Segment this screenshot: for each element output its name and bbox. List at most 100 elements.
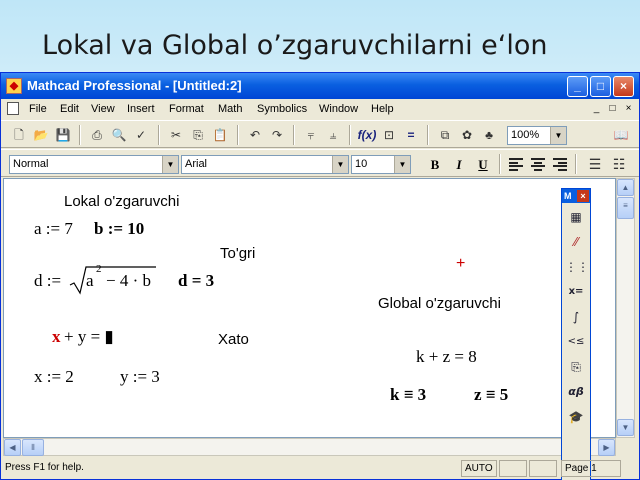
align-across-icon[interactable]: ⫧ [301, 125, 321, 145]
minimize-button[interactable]: _ [567, 76, 588, 97]
doc-minimize-button[interactable]: _ [589, 102, 604, 116]
mathsoft-icon[interactable]: ♣ [479, 125, 499, 145]
underline-button[interactable]: U [473, 155, 493, 174]
status-pane-empty-2 [529, 460, 557, 477]
redo-icon[interactable]: ↷ [267, 125, 287, 145]
zoom-select[interactable]: 100% ▼ [507, 126, 567, 145]
palette-close-button[interactable]: × [577, 190, 589, 202]
undo-icon[interactable]: ↶ [245, 125, 265, 145]
font-select[interactable]: Arial ▼ [181, 155, 349, 174]
chevron-down-icon[interactable]: ▼ [162, 156, 178, 173]
lokal-heading[interactable]: Lokal o'zgaruvchi [64, 193, 179, 210]
italic-button[interactable]: I [449, 155, 469, 174]
title-bar[interactable]: ◆ Mathcad Professional - [Untitled:2] _ … [1, 73, 639, 99]
doc-close-button[interactable]: × [621, 102, 636, 116]
resource-center-icon[interactable]: ✿ [457, 125, 477, 145]
bullets-icon[interactable]: ☰ [585, 154, 605, 174]
status-page: Page 1 [561, 460, 621, 477]
cut-icon[interactable]: ✂ [166, 125, 186, 145]
align-left-icon[interactable] [509, 158, 523, 171]
error-x-variable[interactable]: x [52, 327, 61, 347]
chevron-down-icon[interactable]: ▼ [550, 127, 566, 144]
scroll-left-icon[interactable]: ◀ [4, 439, 21, 456]
spell-check-icon[interactable]: ✓ [131, 125, 151, 145]
open-icon[interactable]: 📂 [31, 125, 51, 145]
chevron-down-icon[interactable]: ▼ [394, 156, 410, 173]
z-global-definition[interactable]: z ≡ 5 [474, 385, 508, 405]
print-icon[interactable]: ⎙ [87, 125, 107, 145]
numbering-icon[interactable]: ☷ [609, 154, 629, 174]
menu-window[interactable]: Window [319, 103, 358, 115]
window-title: Mathcad Professional - [Untitled:2] [27, 78, 242, 93]
scroll-thumb[interactable]: ≡ [617, 197, 634, 219]
d-radicand-rest: − 4 · b [106, 271, 151, 290]
mathcad-app-icon: ◆ [6, 78, 22, 94]
y-definition[interactable]: y := 3 [120, 367, 160, 387]
align-down-icon[interactable]: ⫨ [323, 125, 343, 145]
b-definition[interactable]: b := 10 [94, 219, 144, 239]
crosshair-cursor-icon: + [456, 255, 466, 272]
boolean-icon[interactable]: <≤ [565, 331, 587, 353]
vertical-scrollbar[interactable]: ▲ ≡ ▼ [616, 178, 635, 438]
copy-icon[interactable]: ⎘ [188, 125, 208, 145]
scroll-down-icon[interactable]: ▼ [617, 419, 634, 436]
programming-icon[interactable]: ⎘ [565, 356, 587, 378]
hscroll-thumb[interactable]: ⦀ [22, 439, 44, 456]
insert-unit-icon[interactable]: ⊡ [379, 125, 399, 145]
calculus-icon[interactable]: ∫ [565, 306, 587, 328]
zoom-value: 100% [511, 129, 540, 141]
print-preview-icon[interactable]: 🔍 [109, 125, 129, 145]
doc-restore-button[interactable]: □ [605, 102, 620, 116]
align-right-icon[interactable] [553, 158, 567, 171]
palette-title: M [564, 191, 572, 201]
scroll-right-icon[interactable]: ▶ [598, 439, 615, 456]
calculator-icon[interactable]: ▦ [565, 206, 587, 228]
math-palette[interactable]: M × ▦ ⁄⁄ ⋮⋮ x= ∫ <≤ ⎘ αβ 🎓 [561, 188, 591, 480]
calculate-icon[interactable]: = [401, 125, 421, 145]
symbolic-icon[interactable]: 🎓 [565, 406, 587, 428]
insert-component-icon[interactable]: ⧉ [435, 125, 455, 145]
togri-label[interactable]: To'gri [220, 245, 255, 262]
align-center-icon[interactable] [531, 158, 545, 171]
worksheet[interactable]: Lokal o'zgaruvchi a := 7 b := 10 To'gri … [3, 178, 616, 438]
bold-button[interactable]: B [425, 155, 445, 174]
palette-title-bar[interactable]: M × [562, 189, 590, 203]
status-pane-empty-1 [499, 460, 527, 477]
menu-symbolics[interactable]: Symbolics [257, 103, 307, 115]
menu-format[interactable]: Format [169, 103, 204, 115]
xato-label[interactable]: Xato [218, 331, 249, 348]
x-definition[interactable]: x := 2 [34, 367, 74, 387]
paste-icon[interactable]: 📋 [210, 125, 230, 145]
menu-file[interactable]: File [29, 103, 47, 115]
style-select[interactable]: Normal ▼ [9, 155, 179, 174]
graph-icon[interactable]: ⁄⁄ [565, 231, 587, 253]
close-button[interactable]: × [613, 76, 634, 97]
error-expression[interactable]: + y = ▮ [64, 327, 114, 347]
insert-function-icon[interactable]: f(x) [357, 125, 377, 145]
matrix-icon[interactable]: ⋮⋮ [565, 256, 589, 278]
horizontal-scrollbar[interactable]: ◀ ⦀ ▶ [3, 438, 616, 456]
document-icon[interactable] [7, 102, 19, 115]
help-book-icon[interactable]: 📖 [611, 125, 631, 145]
scroll-up-icon[interactable]: ▲ [617, 179, 634, 196]
menu-insert[interactable]: Insert [127, 103, 155, 115]
chevron-down-icon[interactable]: ▼ [332, 156, 348, 173]
evaluation-icon[interactable]: x= [565, 281, 587, 303]
new-icon[interactable]: 🗋 [9, 125, 29, 145]
menu-bar: File Edit View Insert Format Math Symbol… [1, 99, 639, 119]
k-global-definition[interactable]: k ≡ 3 [390, 385, 426, 405]
maximize-button[interactable]: □ [590, 76, 611, 97]
d-result[interactable]: d = 3 [178, 271, 214, 291]
greek-icon[interactable]: αβ [565, 381, 587, 403]
kz-evaluation[interactable]: k + z = 8 [416, 347, 477, 367]
menu-edit[interactable]: Edit [60, 103, 79, 115]
a-definition[interactable]: a := 7 [34, 219, 73, 239]
formatting-toolbar: Normal ▼ Arial ▼ 10 ▼ B I U ☰ ☷ [1, 149, 639, 177]
menu-math[interactable]: Math [218, 103, 242, 115]
menu-view[interactable]: View [91, 103, 115, 115]
d-definition-lhs[interactable]: d := [34, 271, 61, 291]
menu-help[interactable]: Help [371, 103, 394, 115]
save-icon[interactable]: 💾 [53, 125, 73, 145]
font-size-select[interactable]: 10 ▼ [351, 155, 411, 174]
global-heading[interactable]: Global o'zgaruvchi [378, 295, 501, 312]
